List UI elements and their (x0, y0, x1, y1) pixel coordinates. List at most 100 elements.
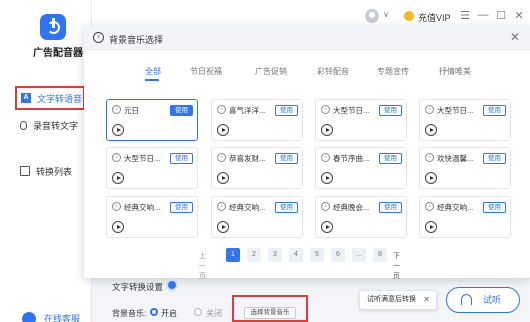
page-6[interactable]: 6 (331, 248, 345, 262)
online-support-link[interactable]: 在线客服 (44, 312, 80, 322)
page-ellipsis: ... (352, 248, 366, 262)
app-name: 广告配音器 (33, 48, 83, 59)
music-note-icon: ♪ (321, 202, 330, 211)
music-card[interactable]: ♪ 大型节日... 使用 (315, 99, 407, 141)
tab-feature[interactable]: 专题宣传 (377, 66, 409, 77)
play-icon[interactable] (217, 172, 229, 184)
text-to-speech-icon: A (21, 93, 31, 103)
page-1[interactable]: 1 (226, 248, 240, 262)
page-2[interactable]: 2 (247, 248, 261, 262)
bgm-label: 背景音乐: (112, 309, 147, 318)
play-icon[interactable] (425, 221, 437, 233)
dialog-close-icon[interactable]: ✕ (510, 30, 520, 44)
sidebar-item-label: 文字转语音 (37, 93, 83, 104)
headphones-icon (461, 294, 472, 305)
music-note-icon: ♪ (112, 105, 121, 114)
tab-ringtone[interactable]: 彩铃配音 (317, 66, 349, 77)
music-card[interactable]: ♪ 经典晚会... 使用 (315, 196, 407, 238)
vip-button[interactable]: 充值VIP (418, 11, 451, 24)
music-name: 春节序曲... (333, 154, 370, 163)
menu-icon[interactable]: ☰ (458, 9, 472, 22)
play-icon[interactable] (217, 124, 229, 136)
music-name: 大型节日... (437, 106, 474, 115)
play-icon[interactable] (425, 172, 437, 184)
tooltip-close-icon[interactable]: ✕ (423, 291, 430, 309)
listen-button[interactable]: 试听 (446, 287, 520, 313)
music-note-icon: ♪ (321, 153, 330, 162)
use-button[interactable]: 使用 (170, 202, 193, 213)
sidebar-item-text-to-speech[interactable]: A 文字转语音 (15, 86, 85, 110)
play-icon[interactable] (112, 221, 124, 233)
listen-tooltip: 试听满意后转换 ✕ (359, 290, 437, 310)
tab-all[interactable]: 全部 (145, 66, 161, 77)
play-icon[interactable] (217, 221, 229, 233)
use-button[interactable]: 使用 (483, 105, 506, 116)
play-icon[interactable] (425, 124, 437, 136)
music-note-icon: ♪ (217, 105, 226, 114)
music-card[interactable]: ♪ 喜气洋洋... 使用 (211, 99, 303, 141)
maximize-icon[interactable]: ☐ (494, 9, 508, 22)
play-icon[interactable] (112, 124, 124, 136)
settings-title: 文字转换设置 (112, 282, 164, 292)
use-button[interactable]: 使用 (275, 202, 298, 213)
music-card[interactable]: ♪ 大型节日... 使用 (419, 99, 511, 141)
music-card[interactable]: ♪ 经典交响... 使用 (419, 196, 511, 238)
play-icon[interactable] (321, 221, 333, 233)
customer-service-icon (22, 312, 36, 322)
help-icon[interactable] (166, 279, 178, 291)
bgm-off-radio[interactable] (194, 308, 202, 316)
use-button[interactable]: 使用 (483, 202, 506, 213)
avatar[interactable] (365, 9, 379, 23)
use-button[interactable]: 使用 (379, 202, 402, 213)
tab-lyrical[interactable]: 抒情唯美 (439, 66, 471, 77)
music-name: 经典交响... (124, 203, 161, 212)
music-name: 经典交响... (437, 203, 474, 212)
music-name: 经典晚会... (333, 203, 370, 212)
use-button[interactable]: 使用 (379, 153, 402, 164)
chevron-down-icon[interactable]: ∨ (383, 10, 389, 19)
bgm-off-label: 关闭 (206, 309, 222, 318)
music-card[interactable]: ♪ 恭喜发财... 使用 (211, 147, 303, 189)
play-icon[interactable] (321, 172, 333, 184)
page-8[interactable]: 8 (373, 248, 387, 262)
close-icon[interactable]: ✕ (512, 9, 526, 22)
page-5[interactable]: 5 (310, 248, 324, 262)
page-3[interactable]: 3 (268, 248, 282, 262)
tab-holiday[interactable]: 节日祝福 (190, 66, 222, 77)
minimize-icon[interactable]: — (476, 9, 490, 21)
use-button[interactable]: 使用 (275, 105, 298, 116)
use-button[interactable]: 使用 (483, 153, 506, 164)
sidebar-item-conversion-list[interactable]: 转换列表 (20, 159, 72, 183)
music-name: 大型节日... (333, 106, 370, 115)
music-name: 大型节日... (124, 154, 161, 163)
use-button[interactable]: 使用 (275, 153, 298, 164)
music-card[interactable]: ♪ 欢快温馨... 使用 (419, 147, 511, 189)
sidebar: 广告配音器 A 文字转语音 录音转文字 转换列表 在线客服 (0, 0, 92, 322)
play-icon[interactable] (112, 172, 124, 184)
dialog-header: ♪ 背景音乐选择 ✕ (84, 26, 530, 50)
music-card[interactable]: ♪ 经典交响... 使用 (106, 196, 198, 238)
page-4[interactable]: 4 (289, 248, 303, 262)
microphone-icon (20, 120, 27, 130)
music-name: 恭喜发财... (229, 154, 266, 163)
category-tabs: 全部 节日祝福 广告促销 彩铃配音 专题宣传 抒情唯美 (84, 66, 530, 81)
prev-page[interactable]: 上一页 (199, 251, 206, 281)
music-card[interactable]: ♪ 大型节日... 使用 (106, 147, 198, 189)
bgm-on-radio[interactable] (150, 308, 158, 316)
use-button[interactable]: 使用 (170, 105, 193, 116)
use-button[interactable]: 使用 (379, 105, 402, 116)
music-name: 喜气洋洋... (229, 106, 266, 115)
use-button[interactable]: 使用 (170, 153, 193, 164)
music-card[interactable]: ♪ 春节序曲... 使用 (315, 147, 407, 189)
play-icon[interactable] (321, 124, 333, 136)
music-note-icon: ♪ (112, 202, 121, 211)
next-page[interactable]: 下一页 (393, 251, 400, 281)
music-card[interactable]: ♪ 元日 使用 (106, 99, 198, 141)
sidebar-item-speech-to-text[interactable]: 录音转文字 (20, 113, 78, 137)
sidebar-item-label: 转换列表 (36, 166, 73, 177)
tab-ads[interactable]: 广告促销 (255, 66, 287, 77)
select-bgm-button[interactable]: 选择背景音乐 (244, 307, 296, 319)
vip-icon (404, 11, 414, 21)
music-card[interactable]: ♪ 经典交响... 使用 (211, 196, 303, 238)
listen-label: 试听 (483, 295, 502, 305)
